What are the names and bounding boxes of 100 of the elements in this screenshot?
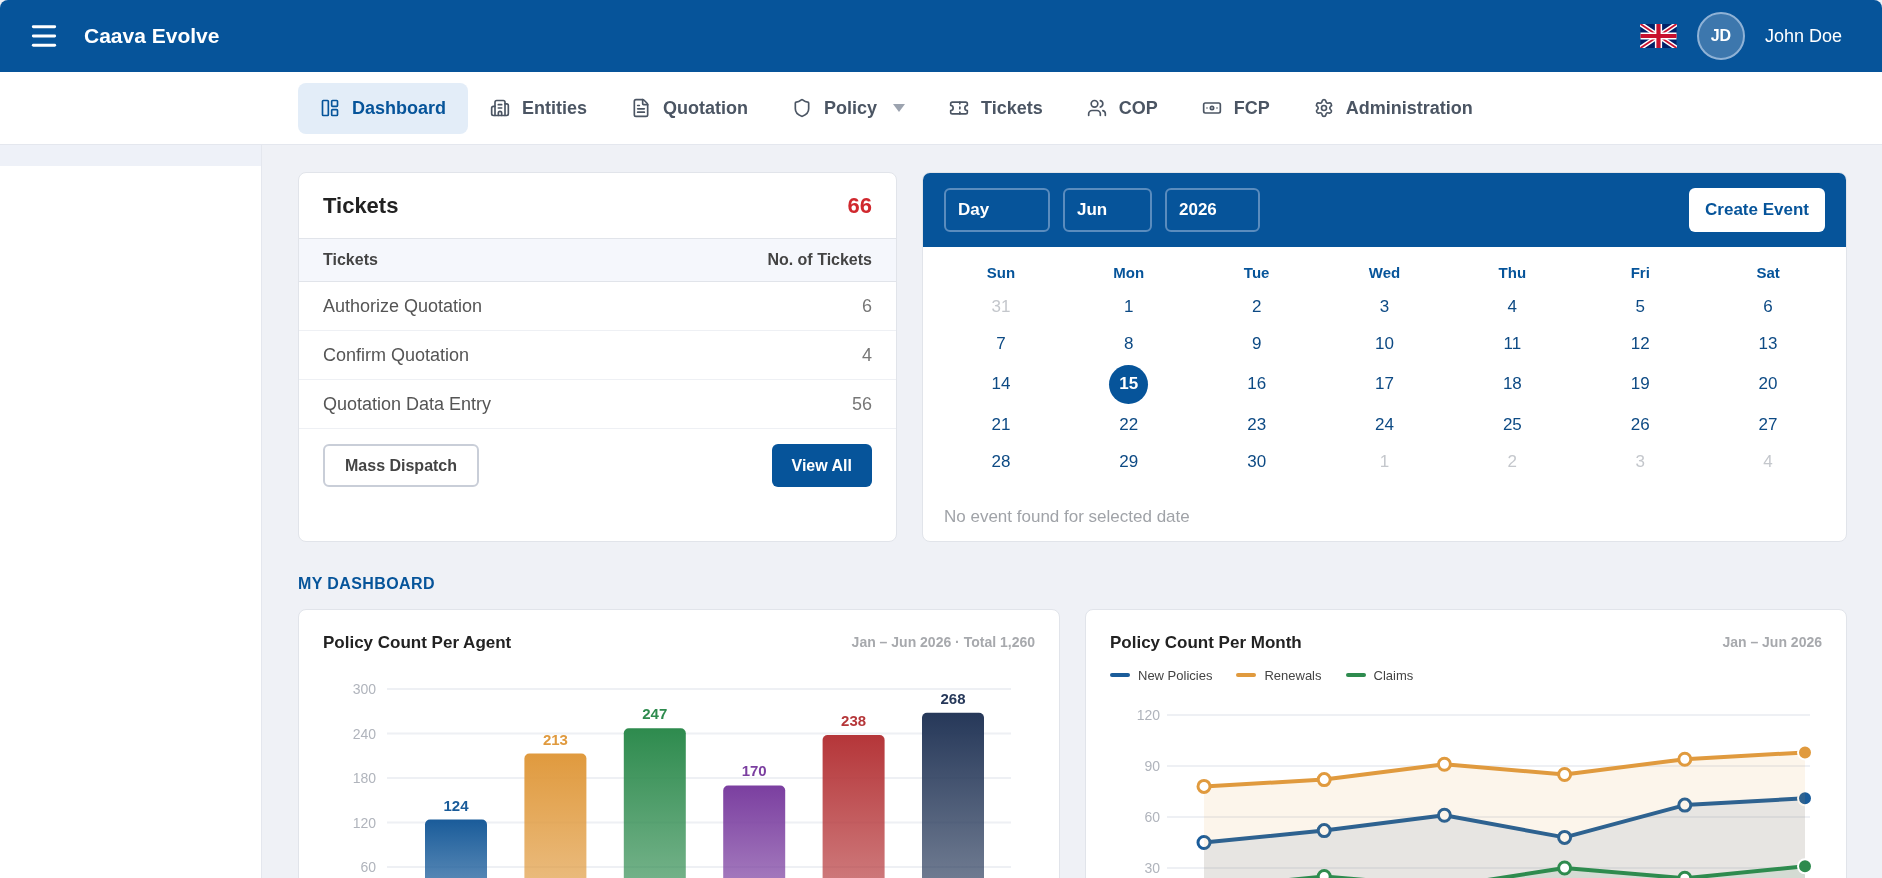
axis-tick-label: 120 [1136, 707, 1160, 723]
bar-value-label: 238 [841, 711, 867, 729]
table-cell-text: 4 [862, 343, 872, 367]
calendar-day[interactable]: 15 [1109, 364, 1149, 404]
column-header: Tickets [323, 250, 378, 270]
calendar-select[interactable]: Jun [1063, 188, 1152, 232]
axis-tick-label: 60 [360, 858, 376, 875]
data-point [1797, 744, 1813, 761]
bar-value-label: 124 [443, 796, 469, 814]
nav-tab[interactable]: Dashboard [298, 82, 469, 134]
calendar-day[interactable]: 16 [1247, 371, 1267, 397]
document-icon [631, 98, 652, 118]
layout-icon [320, 98, 340, 118]
legend-swatch [1110, 673, 1130, 678]
calendar-day[interactable]: 18 [1502, 371, 1522, 397]
data-point [1196, 778, 1212, 794]
card-title: Tickets [323, 192, 399, 220]
axis-tick-label: 240 [352, 725, 376, 741]
legend-swatch [1345, 673, 1366, 678]
calendar-day[interactable]: 1 [1124, 293, 1134, 320]
data-point [1677, 797, 1693, 813]
bar-value-label: 268 [940, 689, 966, 707]
nav-tab[interactable]: Tickets [927, 82, 1065, 134]
app-title: Caava Evolve [84, 23, 220, 50]
user-avatar[interactable]: JD [1696, 12, 1745, 60]
calendar-day[interactable]: 22 [1119, 411, 1139, 438]
calendar-day[interactable]: 20 [1758, 371, 1778, 397]
view-all-button[interactable]: View All [771, 444, 872, 487]
calendar-day[interactable]: 28 [991, 448, 1011, 475]
calendar-day[interactable]: 17 [1375, 371, 1394, 397]
weekday-label: Mon [1112, 263, 1146, 283]
calendar-day[interactable]: 29 [1119, 448, 1139, 475]
nav-tab[interactable]: Policy [770, 82, 928, 134]
calendar-day[interactable]: 24 [1375, 411, 1394, 438]
calendar-select[interactable]: 2026 [1165, 188, 1260, 232]
calendar-day[interactable]: 7 [996, 330, 1006, 357]
calendar-day[interactable]: 25 [1502, 411, 1522, 438]
weekday-label: Sun [985, 263, 1017, 283]
ticket-icon [949, 98, 970, 118]
calendar-day[interactable]: 10 [1375, 330, 1394, 357]
data-point [1436, 807, 1452, 823]
calendar-select[interactable]: Day [944, 188, 1050, 232]
axis-tick-label: 90 [1144, 758, 1160, 774]
calendar-day[interactable]: 5 [1635, 293, 1645, 320]
bar-value-label: 170 [741, 761, 767, 779]
empty-message: No event found for selected date [943, 506, 1191, 528]
calendar-day[interactable]: 23 [1247, 411, 1267, 438]
nav-tab[interactable]: FCP [1179, 82, 1292, 134]
axis-tick-label: 60 [1144, 809, 1160, 825]
data-point [1196, 835, 1212, 850]
nav-tab[interactable]: COP [1064, 82, 1180, 134]
weekday-label: Wed [1367, 263, 1402, 283]
table-cell-text: Confirm Quotation [323, 343, 470, 367]
data-point [1557, 767, 1573, 782]
user-name[interactable]: John Doe [1764, 22, 1842, 50]
calendar-day[interactable]: 27 [1758, 411, 1778, 438]
data-point [1557, 829, 1573, 845]
calendar-day[interactable]: 9 [1251, 330, 1262, 357]
calendar-day[interactable]: 14 [991, 371, 1011, 397]
settings-icon [1313, 98, 1334, 118]
section-title: MY DASHBOARD [298, 574, 436, 594]
data-point [1677, 751, 1693, 767]
nav-tab[interactable]: Administration [1291, 82, 1495, 134]
axis-tick-label: 120 [352, 814, 376, 831]
chart-title: Policy Count Per Month [1110, 632, 1302, 654]
weekday-label: Fri [1629, 263, 1651, 283]
flag-icon[interactable] [1639, 24, 1677, 48]
data-point [1797, 790, 1813, 807]
calendar-day[interactable]: 4 [1507, 293, 1518, 320]
column-header: No. of Tickets [767, 250, 872, 270]
bar [425, 819, 487, 878]
axis-tick-label: 30 [1144, 860, 1160, 876]
calendar-day[interactable]: 2 [1251, 293, 1262, 320]
weekday-label: Sat [1755, 263, 1781, 283]
data-point [1316, 823, 1332, 839]
legend-label: New Policies [1138, 666, 1213, 685]
calendar-day[interactable]: 21 [991, 411, 1011, 438]
mass-dispatch-button[interactable]: Mass Dispatch [323, 444, 480, 487]
calendar-day[interactable]: 11 [1503, 330, 1522, 357]
data-point [1436, 756, 1452, 772]
table-cell-text: 56 [851, 392, 872, 416]
weekday-label: Tue [1242, 263, 1271, 283]
calendar-day[interactable]: 13 [1758, 330, 1778, 357]
nav-tab[interactable]: Entities [468, 82, 610, 134]
create-event-button[interactable]: Create Event [1689, 188, 1825, 232]
ticket-total: 66 [847, 192, 872, 220]
calendar-day[interactable]: 8 [1124, 330, 1134, 357]
chart-title: Policy Count Per Agent [323, 632, 512, 654]
data-point [1797, 858, 1813, 875]
axis-tick-label: 180 [352, 769, 376, 786]
bar-value-label: 247 [642, 704, 668, 722]
calendar-day[interactable]: 3 [1379, 293, 1390, 320]
calendar-day[interactable]: 6 [1763, 293, 1773, 320]
calendar-day[interactable]: 26 [1630, 411, 1650, 438]
nav-tab[interactable]: Quotation [609, 82, 771, 134]
calendar-day[interactable]: 12 [1630, 330, 1650, 357]
legend-swatch [1236, 673, 1257, 678]
calendar-day[interactable]: 30 [1247, 448, 1267, 475]
calendar-day[interactable]: 19 [1630, 371, 1650, 397]
table-cell-text: 6 [862, 294, 872, 318]
